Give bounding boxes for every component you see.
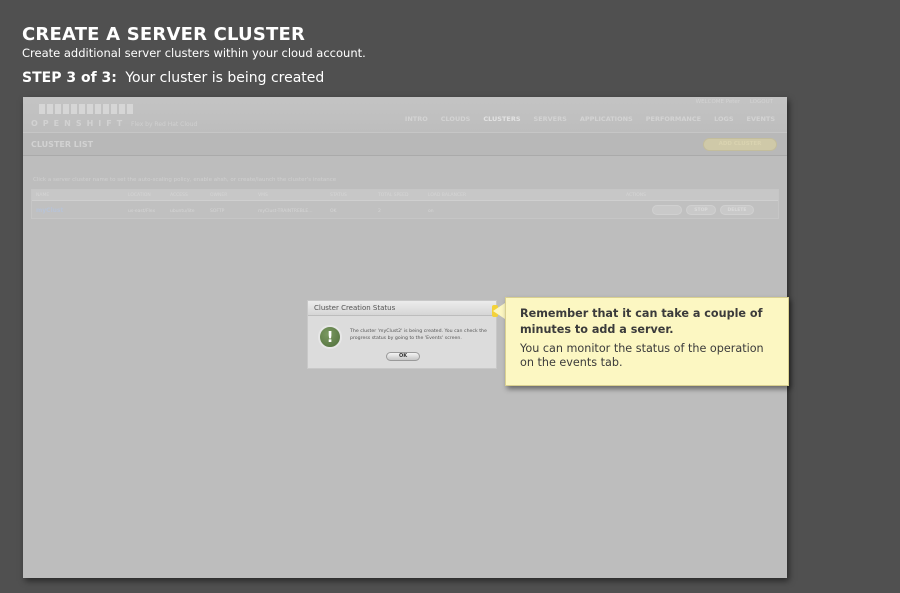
ok-button[interactable]: OK	[386, 352, 420, 361]
app-header: OPENSHIFT Flex by Red Hat Cloud WELCOME …	[23, 97, 787, 132]
callout-body: You can monitor the status of the operat…	[520, 342, 764, 369]
nav-events[interactable]: EVENTS	[747, 115, 775, 123]
main-nav: INTRO CLOUDS CLUSTERS SERVERS APPLICATIO…	[405, 115, 775, 123]
col-location: LOCATION	[128, 193, 151, 198]
cell-owner: SOFTP	[210, 209, 225, 214]
nav-logs[interactable]: LOGS	[714, 115, 733, 123]
step-label: STEP 3 of 3:	[22, 70, 117, 86]
dialog-message: The cluster 'myClust2' is being created.…	[350, 329, 487, 341]
cluster-name-link[interactable]: myClust	[36, 207, 63, 214]
tip-callout: Remember that it can take a couple of mi…	[505, 297, 789, 386]
step-text: Your cluster is being created	[125, 70, 325, 86]
col-status: STATUS	[330, 193, 347, 198]
action-button-disabled[interactable]	[652, 205, 682, 215]
welcome-label: WELCOME Peter	[695, 99, 741, 105]
add-cluster-button[interactable]: ADD CLUSTER	[703, 138, 777, 151]
instructions-text: Click a server cluster name to set the a…	[33, 177, 337, 183]
dialog-title: Cluster Creation Status	[308, 301, 496, 316]
app-tagline: Flex by Red Hat Cloud	[131, 121, 198, 128]
nav-clusters[interactable]: CLUSTERS	[483, 115, 520, 123]
logo-icon	[39, 104, 133, 114]
callout-heading: Remember that it can take a couple of mi…	[520, 307, 763, 336]
tutorial-step: STEP 3 of 3: Your cluster is being creat…	[22, 70, 324, 86]
nav-performance[interactable]: PERFORMANCE	[646, 115, 701, 123]
col-vms: VMS	[258, 193, 268, 198]
stop-button[interactable]: STOP	[686, 205, 716, 215]
col-total-speed: TOTAL SPEED	[378, 193, 409, 198]
app-logo: OPENSHIFT	[31, 119, 128, 128]
cell-vms: myClust-TRAINTREBLE...	[258, 209, 313, 214]
callout-arrow	[493, 303, 505, 319]
logout-link[interactable]: LOGOUT	[750, 99, 773, 105]
cluster-table: NAME LOCATION ACCESS OWNER VMS STATUS TO…	[31, 189, 779, 219]
table-header: NAME LOCATION ACCESS OWNER VMS STATUS TO…	[32, 190, 778, 201]
user-bar: WELCOME Peter LOGOUT	[688, 99, 773, 105]
col-actions: ACTIONS	[626, 193, 646, 198]
col-owner: OWNER	[210, 193, 228, 198]
tutorial-title: CREATE A SERVER CLUSTER	[22, 24, 306, 45]
nav-intro[interactable]: INTRO	[405, 115, 428, 123]
exclamation-icon: !	[318, 325, 342, 349]
cell-location: us-east/Flex	[128, 209, 156, 214]
col-access: ACCESS	[170, 193, 188, 198]
col-name: NAME	[36, 193, 50, 198]
cell-access: ubuntu/lite	[170, 209, 195, 214]
page-header: CLUSTER LIST ADD CLUSTER	[23, 132, 787, 156]
cluster-creation-dialog: Cluster Creation Status ! The cluster 'm…	[307, 300, 497, 369]
nav-applications[interactable]: APPLICATIONS	[580, 115, 633, 123]
nav-servers[interactable]: SERVERS	[534, 115, 567, 123]
delete-button[interactable]: DELETE	[720, 205, 754, 215]
nav-clouds[interactable]: CLOUDS	[441, 115, 471, 123]
tutorial-subtitle: Create additional server clusters within…	[22, 46, 366, 60]
col-load-balancer: LOAD BALANCER	[428, 193, 467, 198]
cell-total-speed: 2	[378, 209, 381, 214]
cell-load-balancer: on	[428, 209, 434, 214]
page-title: CLUSTER LIST	[31, 140, 94, 149]
cell-status: OK	[330, 209, 337, 214]
